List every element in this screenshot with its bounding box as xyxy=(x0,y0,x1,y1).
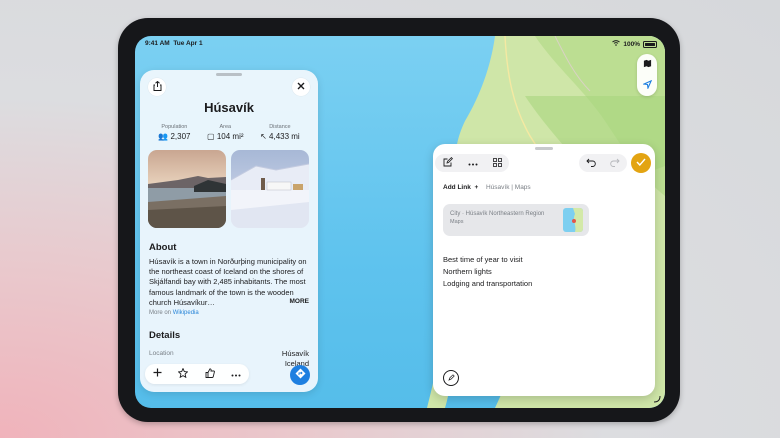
checkmark-icon xyxy=(636,158,646,169)
note-body[interactable]: Best time of year to visit Northern ligh… xyxy=(443,254,532,290)
share-button[interactable] xyxy=(148,78,166,96)
people-icon: 👥 xyxy=(158,132,169,141)
add-link-button[interactable]: Add Link + xyxy=(443,184,478,191)
undo-icon[interactable] xyxy=(586,158,596,169)
wikipedia-link[interactable]: Wikipedia xyxy=(173,310,199,316)
status-time: 9:41 AM Tue Apr 1 xyxy=(145,40,203,47)
link-card[interactable]: City · Húsavík Northeastern Region Maps xyxy=(443,204,589,236)
location-label: Location xyxy=(149,350,174,357)
markup-icon xyxy=(447,373,455,383)
note-line: Lodging and transportation xyxy=(443,279,533,288)
note-grabber[interactable] xyxy=(535,147,553,150)
status-bar: 9:41 AM Tue Apr 1 100% xyxy=(135,36,665,52)
about-heading: About xyxy=(149,242,177,253)
close-icon xyxy=(297,82,305,92)
markup-button[interactable] xyxy=(443,370,459,386)
link-card-title: City · Húsavík Northeastern Region xyxy=(450,211,545,217)
link-card-source: Maps xyxy=(450,219,464,225)
wifi-icon xyxy=(612,40,621,48)
more-icon[interactable] xyxy=(231,369,241,380)
note-line: Best time of year to visit xyxy=(443,255,523,264)
redo-icon[interactable] xyxy=(610,158,620,169)
star-icon[interactable] xyxy=(177,366,189,381)
more-link[interactable]: MORE xyxy=(290,298,310,305)
add-icon: + xyxy=(474,184,479,191)
card-grabber[interactable] xyxy=(216,73,242,76)
stats-row: Population 👥 2,307 Area ▢ 104 mi² Distan… xyxy=(150,124,308,141)
note-line: Northern lights xyxy=(443,267,492,276)
about-text: Húsavík is a town in Norðurþing municipa… xyxy=(149,257,307,307)
location-arrow-icon[interactable] xyxy=(641,79,652,91)
directions-button[interactable] xyxy=(290,365,310,385)
link-tag[interactable]: Húsavík | Maps xyxy=(486,184,531,191)
link-card-thumbnail xyxy=(563,208,583,232)
photo-church[interactable] xyxy=(231,150,309,228)
details-heading: Details xyxy=(149,330,181,341)
note-toolbar-left xyxy=(435,154,509,172)
compose-icon[interactable] xyxy=(443,157,453,169)
battery-icon xyxy=(643,40,657,48)
map-controls xyxy=(637,54,657,96)
photo-harbor[interactable] xyxy=(148,150,226,228)
more-icon[interactable] xyxy=(468,158,478,168)
share-icon xyxy=(153,80,162,93)
directions-icon xyxy=(295,368,306,382)
square-icon: ▢ xyxy=(207,132,215,141)
done-button[interactable] xyxy=(631,153,651,173)
source-line: More on Wikipedia xyxy=(149,310,199,316)
distance-arrow-icon: ↖ xyxy=(260,132,267,141)
place-card: Húsavík Population 👥 2,307 Area ▢ 104 mi… xyxy=(140,70,318,392)
resize-corner-icon[interactable] xyxy=(653,395,661,405)
close-button[interactable] xyxy=(292,78,310,96)
map-icon[interactable] xyxy=(643,59,652,70)
place-title: Húsavík xyxy=(204,100,254,115)
screen: 9:41 AM Tue Apr 1 100% Húsavík Populatio… xyxy=(135,36,665,408)
thumbs-up-icon[interactable] xyxy=(205,367,215,381)
stat-population: Population 👥 2,307 xyxy=(158,124,191,141)
note-toolbar-right xyxy=(579,154,627,172)
quick-note-window: Add Link + Húsavík | Maps City · Húsavík… xyxy=(433,144,655,396)
stat-area: Area ▢ 104 mi² xyxy=(207,124,244,141)
grid-icon[interactable] xyxy=(492,157,502,169)
battery-percent: 100% xyxy=(623,40,640,48)
action-bar xyxy=(145,364,249,384)
add-icon[interactable] xyxy=(153,368,162,380)
stat-distance: Distance ↖ 4,433 mi xyxy=(260,124,300,141)
status-right: 100% xyxy=(612,40,657,48)
